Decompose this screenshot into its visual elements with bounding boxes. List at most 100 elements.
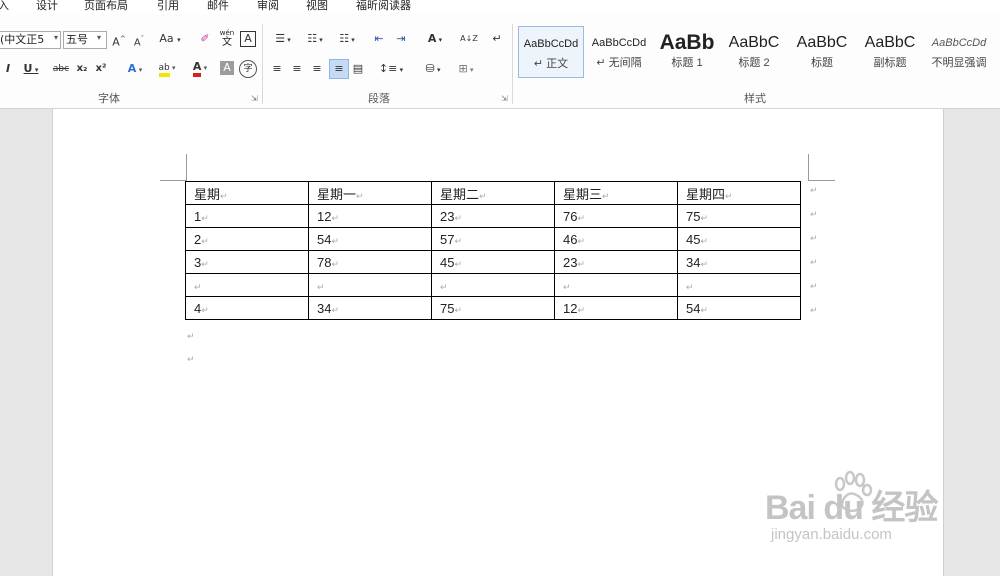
justify-icon[interactable]: ≡ — [329, 59, 349, 79]
align-left-icon[interactable]: ≡ — [269, 60, 285, 78]
decrease-indent-button[interactable]: ⇤ — [370, 30, 388, 48]
char-border-button[interactable]: A — [240, 31, 256, 47]
enclose-char-button[interactable]: 字 — [239, 60, 257, 78]
table-cell[interactable]: ↵ — [308, 273, 432, 297]
table-cell[interactable]: 46↵ — [554, 227, 678, 251]
table-cell[interactable]: ↵ — [431, 273, 555, 297]
table-cell[interactable]: 34↵ — [308, 296, 432, 320]
style-subtle-emphasis[interactable]: AaBbCcDd 不明显强调 — [926, 26, 992, 76]
cell-mark: ↵ — [577, 235, 586, 246]
paragraph-dialog-launcher-icon[interactable]: ⇲ — [501, 94, 508, 103]
table-cell[interactable]: 34↵ — [677, 250, 801, 274]
table-cell[interactable]: 78↵ — [308, 250, 432, 274]
table-cell[interactable]: 星期二↵ — [431, 181, 555, 205]
shading-icon[interactable]: ⛁ ▾ — [418, 60, 448, 78]
table-cell[interactable]: 星期↵ — [185, 181, 309, 205]
table-cell[interactable]: 2↵ — [185, 227, 309, 251]
table-cell[interactable]: 54↵ — [308, 227, 432, 251]
shrink-font-button[interactable]: Aˇ — [131, 30, 147, 48]
tab-foxit-reader[interactable]: 福昕阅读器 — [356, 0, 411, 12]
font-color-button[interactable]: A ▾ — [185, 58, 215, 77]
phonetic-guide-button[interactable]: wén 文 — [218, 29, 236, 48]
sort-button[interactable]: A↓Z — [457, 30, 481, 48]
font-name-combobox[interactable]: (中文正5 — [0, 31, 61, 49]
style-subtitle[interactable]: AaBbC 副标题 — [858, 26, 922, 76]
table-cell[interactable]: 星期四↵ — [677, 181, 801, 205]
table-cell[interactable]: 12↵ — [308, 204, 432, 228]
tab-mailings[interactable]: 邮件 — [207, 0, 229, 12]
distributed-align-icon[interactable]: ▤ — [350, 60, 366, 78]
bullets-button[interactable]: ☰ ▾ — [269, 30, 297, 48]
table-cell[interactable]: 45↵ — [677, 227, 801, 251]
style-no-spacing[interactable]: AaBbCcDd ↵ 无间隔 — [587, 26, 651, 76]
tab-references[interactable]: 引用 — [157, 0, 179, 12]
multilevel-list-button[interactable]: ☷ ▾ — [333, 30, 361, 48]
table-cell[interactable]: 45↵ — [431, 250, 555, 274]
show-marks-icon: ↵ — [492, 32, 502, 45]
font-size-dropdown-icon[interactable]: ▾ — [97, 33, 101, 42]
style-heading-1[interactable]: AaBb 标题 1 — [655, 26, 719, 76]
tab-view[interactable]: 视图 — [306, 0, 328, 12]
style-name: 不明显强调 — [931, 57, 987, 69]
table-cell[interactable]: 星期一↵ — [308, 181, 432, 205]
style-normal[interactable]: AaBbCcDd ↵ 正文 — [518, 26, 584, 78]
row-end-mark: ↵ — [810, 282, 818, 292]
show-hide-marks-button[interactable]: ↵ — [489, 30, 505, 48]
cell-text: 46 — [563, 231, 578, 247]
char-shading-button[interactable]: A — [220, 61, 234, 75]
table-cell[interactable]: ↵ — [554, 273, 678, 297]
chinese-layout-button[interactable]: A ▾ — [420, 30, 450, 48]
font-name-dropdown-icon[interactable]: ▾ — [54, 33, 58, 42]
table-cell[interactable]: 23↵ — [554, 250, 678, 274]
table-cell[interactable]: 57↵ — [431, 227, 555, 251]
borders-icon[interactable]: ⊞ ▾ — [452, 60, 480, 78]
pinyin-char: 文 — [222, 37, 232, 48]
underline-button[interactable]: U ▾ — [20, 60, 42, 78]
table-cell[interactable]: 75↵ — [431, 296, 555, 320]
style-heading-2[interactable]: AaBbC 标题 2 — [722, 26, 786, 76]
increase-indent-button[interactable]: ⇥ — [392, 30, 410, 48]
paragraph-mark[interactable]: ↵ — [187, 355, 195, 365]
cell-text: 星期三 — [563, 186, 603, 202]
tab-insert[interactable]: 入 — [0, 0, 9, 12]
cell-mark: ↵ — [317, 281, 325, 292]
table-cell[interactable]: ↵ — [677, 273, 801, 297]
tab-page-layout[interactable]: 页面布局 — [84, 0, 128, 12]
numbering-button[interactable]: ☷ ▾ — [301, 30, 329, 48]
style-title[interactable]: AaBbC 标题 — [790, 26, 854, 76]
highlight-button[interactable]: ab ▾ — [152, 58, 182, 77]
strikethrough-button[interactable]: abc — [51, 60, 71, 78]
paragraph-mark[interactable]: ↵ — [187, 332, 195, 342]
table-cell[interactable]: 54↵ — [677, 296, 801, 320]
font-dialog-launcher-icon[interactable]: ⇲ — [251, 94, 258, 103]
cell-mark: ↵ — [454, 212, 463, 223]
table-cell[interactable]: 23↵ — [431, 204, 555, 228]
table-cell[interactable]: 75↵ — [677, 204, 801, 228]
cell-mark: ↵ — [700, 235, 709, 246]
change-case-button[interactable]: Aa ▾ — [156, 30, 184, 48]
style-name: ↵ 正文 — [533, 58, 569, 70]
tab-review[interactable]: 审阅 — [257, 0, 279, 12]
line-spacing-icon[interactable]: ↕≡ ▾ — [377, 60, 405, 78]
cell-text: 34 — [686, 254, 701, 270]
tab-design[interactable]: 设计 — [36, 0, 58, 12]
table-cell[interactable]: ↵ — [185, 273, 309, 297]
table-cell[interactable]: 4↵ — [185, 296, 309, 320]
table-cell[interactable]: 1↵ — [185, 204, 309, 228]
table-cell[interactable]: 星期三↵ — [554, 181, 678, 205]
align-center-icon[interactable]: ≡ — [289, 60, 305, 78]
italic-button[interactable]: I — [2, 60, 14, 78]
clear-format-icon[interactable]: ✐ — [196, 30, 214, 48]
superscript-button[interactable]: x² — [93, 60, 109, 78]
grow-font-button[interactable]: A^ — [110, 30, 128, 49]
subscript-button[interactable]: x₂ — [74, 60, 90, 78]
text-effect-button[interactable]: A ▾ — [122, 60, 148, 78]
align-right-icon[interactable]: ≡ — [309, 60, 325, 78]
table-cell[interactable]: 3↵ — [185, 250, 309, 274]
change-case-icon: Aa — [159, 32, 174, 45]
table-cell[interactable]: 12↵ — [554, 296, 678, 320]
table-cell[interactable]: 76↵ — [554, 204, 678, 228]
ribbon-divider — [512, 24, 513, 104]
subscript-icon: x₂ — [76, 63, 88, 74]
highlight-icon: ab — [158, 63, 170, 77]
